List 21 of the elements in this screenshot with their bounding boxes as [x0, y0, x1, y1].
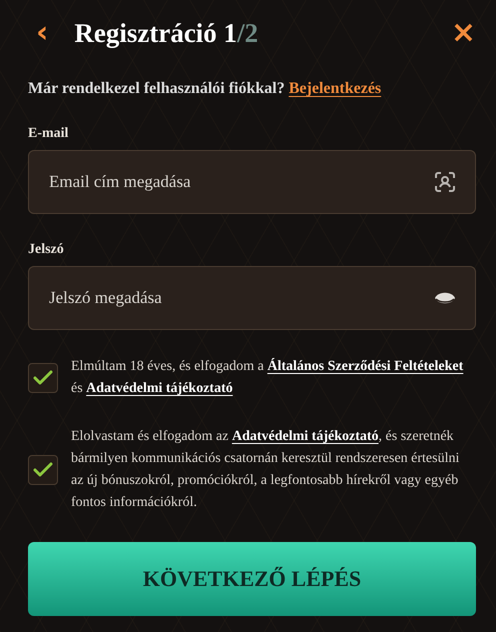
input-field[interactable]: Jelszó megadása: [28, 266, 476, 330]
next-step-button[interactable]: KÖVETKEZŐ LÉPÉS: [28, 542, 476, 616]
consent-text: Elolvastam és elfogadom az Adatvédelmi tájékoztató, és szeretnék bármilyen kommunikációs csatornán keresztül rendszeresen értesülni az új bónuszokról, promóciókról, a legfontosabb hírekről vagy egyéb fontos információkról.: [71, 428, 460, 512]
eye-icon[interactable]: [434, 290, 456, 306]
terms-link[interactable]: Adatvédelmi tájékoztató: [232, 429, 379, 444]
checkbox[interactable]: [28, 363, 58, 393]
terms-link[interactable]: Adatvédelmi tájékoztató: [86, 381, 233, 396]
field-label: E-mail: [28, 126, 70, 142]
check-icon: [33, 370, 53, 386]
back-button[interactable]: ‹: [36, 18, 48, 48]
login-link[interactable]: Bejelentkezés: [288, 80, 382, 97]
dialog-title: Regisztráció 1/2: [74, 18, 258, 48]
consent-text: Elmúltam 18 éves, és elfogadom a Általános Szerződési Feltételeket és Adatvédelmi tájékoztató: [71, 357, 464, 398]
field-label: Jelszó: [28, 242, 65, 258]
input-field[interactable]: Email cím megadása: [28, 150, 476, 214]
user-scan-icon: [434, 171, 456, 193]
login-prompt: Már rendelkezel felhasználói fiókkal? Bejelentkezés: [28, 80, 382, 98]
close-button[interactable]: ×: [450, 18, 476, 48]
check-icon: [33, 462, 53, 478]
checkbox[interactable]: [28, 455, 58, 485]
terms-link[interactable]: Általános Szerződési Feltételeket: [267, 359, 464, 374]
